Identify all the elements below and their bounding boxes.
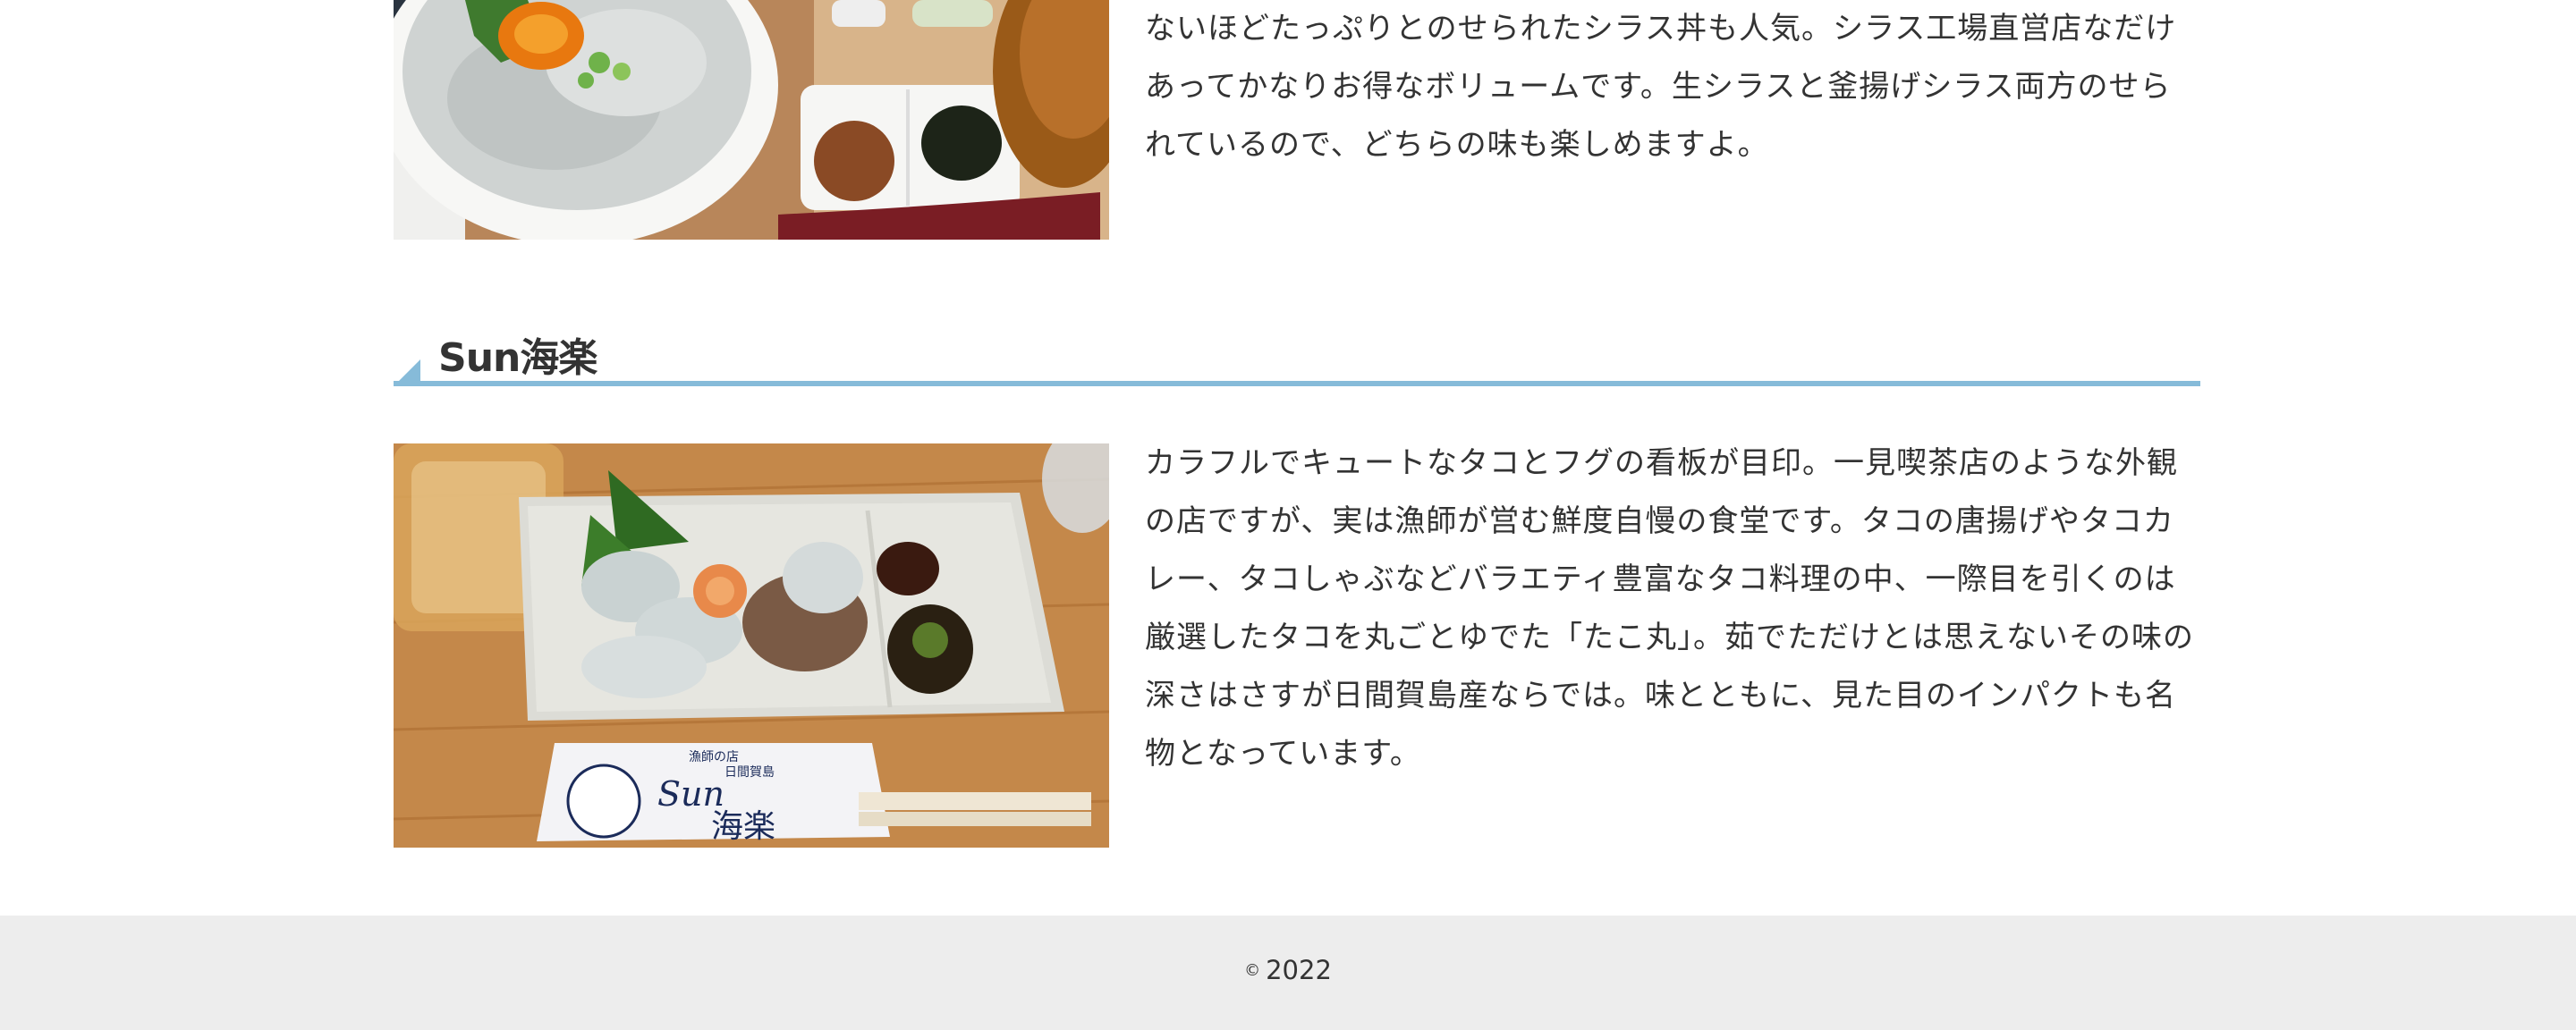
entry-description: カラフルでキュートなタコとフグの看板が目印。一見喫茶店のような外観の店ですが、実… xyxy=(1145,445,2194,772)
wrapper-line1: 漁師の店 xyxy=(689,750,739,764)
shirasu-don-photo xyxy=(394,0,1109,240)
footer: © 2022 xyxy=(0,916,2576,1030)
entry-description: ないほどたっぷりとのせられたシラス丼も人気。シラス工場直営店なだけあってかなりお… xyxy=(1145,11,2177,163)
wrapper-name: 海楽 xyxy=(711,808,775,845)
copyright-text: © 2022 xyxy=(0,955,2576,985)
section-heading: Sun海楽 xyxy=(394,313,2200,388)
copyright-symbol: © xyxy=(1244,961,1261,980)
octopus-sashimi-photo: 漁師の店 日間賀島 Sun 海楽 xyxy=(394,443,1109,848)
section-title: Sun海楽 xyxy=(438,335,597,381)
main-content: ないほどたっぷりとのせられたシラス丼も人気。シラス工場直営店なだけあってかなりお… xyxy=(394,0,2200,916)
heading-underline xyxy=(394,381,2200,386)
sun-kairaku-description: カラフルでキュートなタコとフグの看板が目印。一見喫茶店のような外観の店ですが、実… xyxy=(1145,435,2200,783)
shirasu-description: ないほどたっぷりとのせられたシラス丼も人気。シラス工場直営店なだけあってかなりお… xyxy=(1145,0,2200,174)
copyright-year: 2022 xyxy=(1266,955,1332,985)
wrapper-line2: 日間賀島 xyxy=(724,765,775,780)
